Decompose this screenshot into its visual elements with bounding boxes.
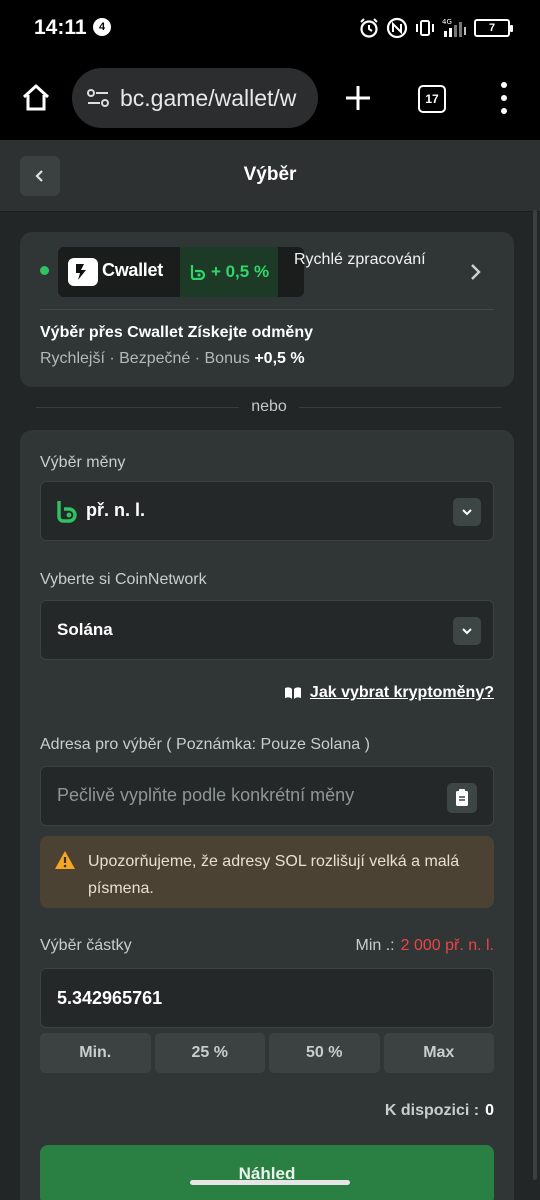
cwallet-promo-card[interactable]: Cwallet + 0,5 % Rychlé zpracování Výběr …: [20, 232, 514, 387]
min-value: 2 000 př. n. l.: [400, 937, 494, 954]
cwallet-brand: Cwallet: [102, 260, 163, 280]
cwallet-perks: Rychlejší · Bezpečné · Bonus +0,5 %: [40, 350, 305, 367]
available-label: K dispozici :: [384, 1102, 480, 1119]
tab-count: 17: [425, 92, 439, 106]
nfc-icon: [386, 17, 408, 39]
cwallet-bonus: + 0,5 %: [180, 247, 278, 297]
withdraw-form: Výběr měny př. n. l. Vyberte si CoinNetw…: [20, 430, 514, 1200]
min-amount: Min .: 2 000 př. n. l.: [355, 937, 494, 955]
clipboard-icon: [456, 789, 468, 806]
browser-toolbar: bc.game/wallet/w 17: [0, 56, 540, 140]
help-link-text: Jak vybrat kryptoměny?: [309, 684, 494, 701]
svg-text:4G: 4G: [442, 18, 452, 26]
address-bar[interactable]: bc.game/wallet/w: [72, 68, 318, 128]
or-separator: nebo: [36, 396, 502, 418]
help-link[interactable]: Jak vybrat kryptoměny?: [284, 684, 494, 702]
status-time: 14:11: [34, 16, 87, 39]
battery-icon: 7: [474, 19, 513, 37]
status-icons: 4G 7: [358, 14, 513, 42]
book-icon: [284, 687, 301, 699]
online-dot: [40, 266, 49, 275]
cwallet-badge: Cwallet + 0,5 %: [58, 247, 304, 297]
network-label: Vyberte si CoinNetwork: [40, 571, 207, 588]
site-settings-icon: [87, 89, 109, 107]
address-placeholder: Pečlivě vyplňte podle konkrétní měny: [57, 785, 355, 805]
min-label: Min .:: [355, 937, 395, 954]
network-value: Solána: [57, 620, 113, 639]
plus-icon: [346, 86, 370, 110]
status-bar: 14:11 4 4G 7: [0, 0, 540, 56]
network-select[interactable]: Solána: [40, 600, 494, 660]
signal-icon: 4G: [442, 18, 466, 37]
page-title: Výběr: [243, 164, 297, 185]
browser-menu-button[interactable]: [496, 82, 512, 114]
or-text: nebo: [251, 398, 287, 415]
available-balance: K dispozici : 0: [385, 1102, 494, 1120]
currency-label: Výběr měny: [40, 454, 126, 471]
address-input[interactable]: Pečlivě vyplňte podle konkrétní měny: [40, 766, 494, 826]
available-value: 0: [485, 1102, 494, 1119]
dropdown-button[interactable]: [453, 617, 481, 645]
min-button[interactable]: Min.: [40, 1033, 151, 1073]
cwallet-logo-icon: [68, 258, 98, 286]
notification-badge: 4: [93, 18, 111, 36]
home-button[interactable]: [18, 80, 54, 116]
25-percent-button[interactable]: 25 %: [154, 1033, 265, 1073]
dropdown-button[interactable]: [453, 498, 481, 526]
amount-input[interactable]: 5.342965761: [40, 968, 494, 1028]
page-header: Výběr: [0, 140, 540, 212]
amount-label: Výběr částky: [40, 937, 132, 954]
chevron-down-icon: [462, 509, 472, 516]
preview-button[interactable]: Náhled: [40, 1145, 494, 1200]
vibrate-icon: [416, 20, 434, 36]
cwallet-headline: Výběr přes Cwallet Získejte odměny: [40, 324, 313, 341]
home-icon: [22, 84, 50, 111]
address-label: Adresa pro výběr ( Poznámka: Pouze Solan…: [40, 736, 370, 753]
paste-button[interactable]: [447, 783, 477, 813]
bc-coin-icon: [57, 501, 77, 523]
url-text: bc.game/wallet/w: [120, 84, 297, 111]
cwallet-perks-bonus: +0,5 %: [254, 350, 305, 367]
alarm-icon: [360, 18, 378, 38]
quick-amount-buttons: Min. 25 % 50 % Max: [40, 1033, 494, 1073]
case-sensitivity-warning: Upozorňujeme, že adresy SOL rozlišují ve…: [40, 836, 494, 908]
currency-value: př. n. l.: [86, 500, 146, 520]
divider: [40, 309, 494, 310]
amount-value: 5.342965761: [57, 988, 163, 1008]
warning-icon: [55, 851, 75, 869]
warning-text: Upozorňujeme, že adresy SOL rozlišují ve…: [88, 853, 460, 897]
chevron-down-icon: [462, 628, 472, 635]
new-tab-button[interactable]: [340, 80, 376, 116]
max-button[interactable]: Max: [383, 1033, 494, 1073]
bc-coin-icon: [190, 265, 205, 280]
50-percent-button[interactable]: 50 %: [269, 1033, 380, 1073]
home-indicator[interactable]: [190, 1180, 350, 1185]
cwallet-bonus-text: + 0,5 %: [210, 262, 270, 281]
chevron-right-icon: [471, 264, 481, 280]
fast-processing-label: Rychlé zpracování: [294, 251, 426, 268]
currency-select[interactable]: př. n. l.: [40, 481, 494, 541]
scrollbar[interactable]: [533, 210, 537, 1180]
tab-switcher-button[interactable]: 17: [418, 85, 446, 113]
battery-level: 7: [488, 22, 496, 34]
